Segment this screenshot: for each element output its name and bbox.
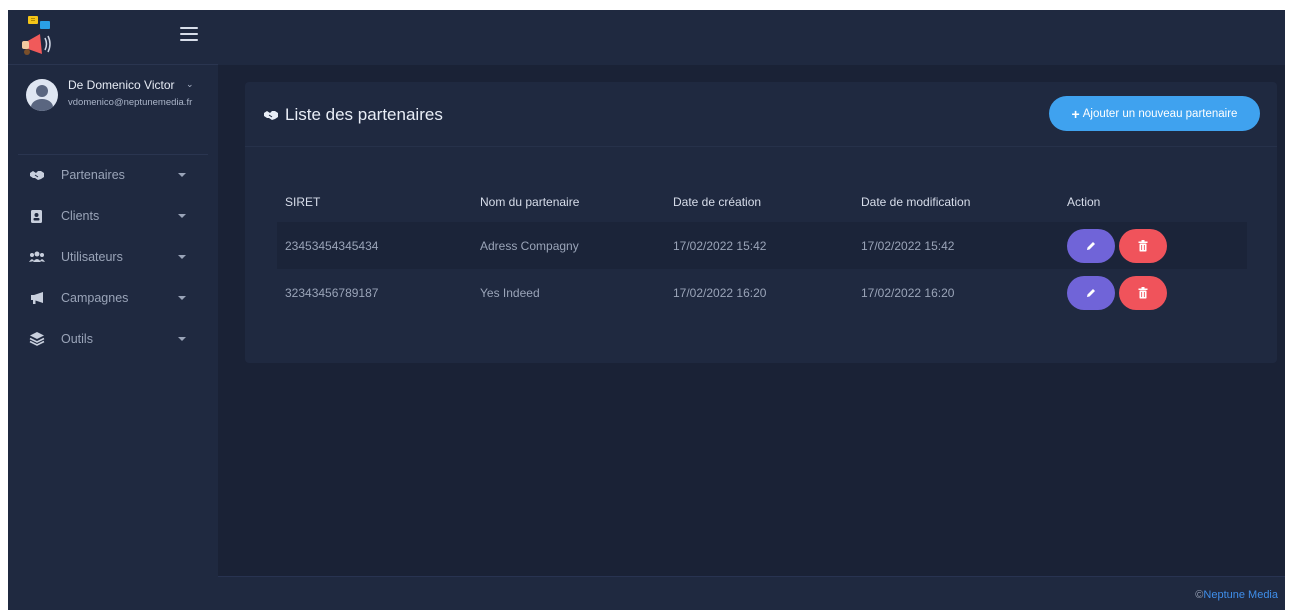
users-icon (29, 251, 45, 262)
sidebar-item-utilisateurs[interactable]: Utilisateurs (8, 237, 218, 278)
partner-name-cell: Yes Indeed (480, 285, 540, 300)
table-row: 23453454345434 Adress Compagny 17/02/202… (277, 222, 1247, 269)
handshake-icon (30, 171, 44, 180)
column-header-name[interactable]: Nom du partenaire (480, 195, 579, 209)
user-email: vdomenico@neptunemedia.fr (68, 97, 193, 108)
sidebar-item-label: Partenaires (61, 168, 125, 182)
megaphone-logo-icon[interactable] (18, 14, 62, 60)
modified-date-cell: 17/02/2022 15:42 (861, 238, 955, 253)
row-actions (1067, 275, 1167, 310)
table-row: 32343456789187 Yes Indeed 17/02/2022 16:… (277, 269, 1247, 316)
partner-name-cell: Adress Compagny (480, 238, 579, 253)
siret-cell: 23453454345434 (285, 238, 379, 253)
sidebar-item-clients[interactable]: Clients (8, 196, 218, 237)
table-header: SIRET Nom du partenaire Date de création… (277, 182, 1247, 222)
sidebar-item-partenaires[interactable]: Partenaires (8, 155, 218, 196)
delete-button[interactable] (1119, 275, 1167, 310)
chevron-down-icon (178, 296, 186, 300)
sidebar-header (8, 10, 218, 65)
chevron-down-icon (178, 173, 186, 177)
modified-date-cell: 17/02/2022 16:20 (861, 285, 955, 300)
edit-button[interactable] (1067, 228, 1115, 263)
card-header: Liste des partenaires + Ajouter un nouve… (245, 82, 1277, 147)
copyright: ©Neptune Media (1195, 589, 1278, 601)
chevron-down-icon (178, 255, 186, 259)
sidebar-item-label: Campagnes (61, 291, 129, 305)
sidebar-item-outils[interactable]: Outils (8, 319, 218, 360)
add-partner-label: Ajouter un nouveau partenaire (1082, 107, 1238, 120)
row-actions (1067, 228, 1167, 263)
column-header-created[interactable]: Date de création (673, 195, 761, 209)
edit-button[interactable] (1067, 275, 1115, 310)
sidebar-item-label: Utilisateurs (61, 250, 123, 264)
created-date-cell: 17/02/2022 15:42 (673, 238, 767, 253)
delete-button[interactable] (1119, 228, 1167, 263)
plus-icon: + (1071, 105, 1080, 122)
avatar (26, 79, 58, 111)
created-date-cell: 17/02/2022 16:20 (673, 285, 767, 300)
trash-icon (1138, 286, 1148, 298)
user-profile[interactable]: De Domenico Victor vdomenico@neptunemedi… (18, 65, 208, 155)
page-title: Liste des partenaires (261, 105, 443, 125)
layers-icon (29, 332, 45, 346)
chevron-down-icon (178, 214, 186, 218)
user-name: De Domenico Victor (68, 78, 175, 92)
column-header-siret[interactable]: SIRET (285, 195, 320, 209)
trash-icon (1138, 239, 1148, 251)
sidebar-item-label: Clients (61, 209, 100, 223)
add-partner-button[interactable]: + Ajouter un nouveau partenaire (1049, 96, 1260, 131)
partners-card: Liste des partenaires + Ajouter un nouve… (245, 82, 1277, 363)
pencil-icon (1087, 288, 1095, 297)
user-menu-caret-icon[interactable]: ⌄ (186, 79, 194, 90)
pencil-icon (1087, 241, 1095, 250)
column-header-modified[interactable]: Date de modification (861, 195, 970, 209)
footer: ©Neptune Media (218, 576, 1285, 610)
handshake-icon (264, 111, 278, 120)
megaphone-icon (31, 292, 43, 304)
hamburger-menu-icon[interactable] (180, 27, 198, 41)
chevron-down-icon (178, 337, 186, 341)
partners-table: SIRET Nom du partenaire Date de création… (277, 182, 1247, 316)
page-title-text: Liste des partenaires (285, 105, 443, 124)
app-frame: De Domenico Victor vdomenico@neptunemedi… (8, 10, 1285, 610)
contact-card-icon (31, 210, 42, 223)
company-link[interactable]: Neptune Media (1203, 589, 1278, 601)
column-header-action: Action (1067, 195, 1101, 209)
siret-cell: 32343456789187 (285, 285, 379, 300)
top-bar (218, 10, 1285, 65)
sidebar-nav: Partenaires Clients Utilisateurs Campagn… (8, 155, 218, 360)
sidebar-item-label: Outils (61, 332, 93, 346)
sidebar-item-campagnes[interactable]: Campagnes (8, 278, 218, 319)
sidebar: De Domenico Victor vdomenico@neptunemedi… (8, 10, 218, 610)
